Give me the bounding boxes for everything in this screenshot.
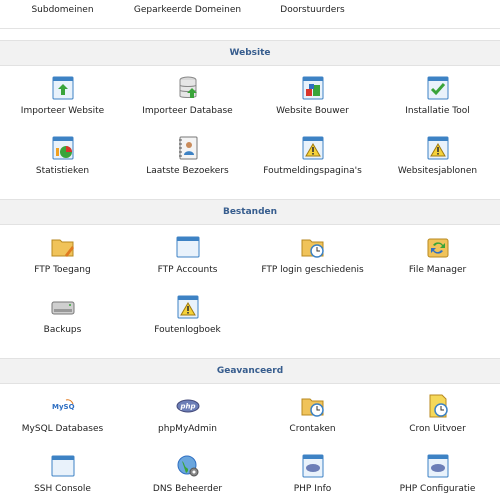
doorstuurders-label: Doorstuurders bbox=[280, 5, 345, 15]
ssh-console-link[interactable]: SSH Console bbox=[0, 454, 125, 495]
ftp-toegang-label: FTP Toegang bbox=[34, 265, 91, 275]
checkmark-window-icon bbox=[427, 76, 448, 100]
geparkeerde-domeinen-link[interactable]: Geparkeerde Domeinen bbox=[125, 0, 250, 20]
visitor-notebook-icon bbox=[178, 136, 197, 160]
mysql-logo-icon: MySQL bbox=[52, 399, 75, 411]
file-manager-label: File Manager bbox=[408, 265, 467, 275]
laatste-bezoekers-link[interactable]: Laatste Bezoekers bbox=[125, 136, 250, 177]
cron-uitvoer-link[interactable]: Cron Uitvoer bbox=[375, 394, 500, 435]
warning-window-icon bbox=[427, 136, 448, 160]
ftp-accounts-link[interactable]: FTP Accounts bbox=[125, 235, 250, 276]
globe-gear-icon bbox=[177, 455, 198, 477]
foutmeldingspaginas-link[interactable]: Foutmeldingspagina's bbox=[250, 136, 375, 177]
files-row-2: Backups Foutenlogboek bbox=[0, 295, 500, 336]
importeer-database-link[interactable]: Importeer Database bbox=[125, 76, 250, 117]
advanced-row-2: SSH Console DNS Beheerder PHP Info PHP C… bbox=[0, 454, 500, 495]
php-logo-text: php bbox=[179, 403, 195, 411]
empty-cell bbox=[375, 0, 500, 20]
php-configuratie-link[interactable]: PHP Configuratie bbox=[375, 454, 500, 495]
statistieken-label: Statistieken bbox=[35, 166, 90, 176]
website-row-2: Statistieken Laatste Bezoekers Foutmeldi… bbox=[0, 136, 500, 177]
ftp-login-geschiedenis-label: FTP login geschiedenis bbox=[261, 265, 364, 275]
installatie-tool-link[interactable]: Installatie Tool bbox=[375, 76, 500, 117]
importeer-website-label: Importeer Website bbox=[20, 106, 105, 116]
empty-cell bbox=[375, 295, 500, 336]
divider bbox=[0, 28, 500, 29]
top-row: Subdomeinen Geparkeerde Domeinen Doorstu… bbox=[0, 0, 500, 20]
section-header-bestanden: Bestanden bbox=[0, 199, 500, 225]
php-window-icon bbox=[427, 454, 448, 478]
file-manager-link[interactable]: File Manager bbox=[375, 235, 500, 276]
php-window-icon bbox=[302, 454, 323, 478]
empty-cell bbox=[250, 295, 375, 336]
mysql-logo-text: MySQL bbox=[52, 403, 75, 411]
files-row-1: FTP Toegang FTP Accounts FTP login gesch… bbox=[0, 235, 500, 276]
warning-window-icon bbox=[177, 295, 198, 319]
php-info-label: PHP Info bbox=[293, 484, 332, 494]
note-clock-icon bbox=[429, 394, 448, 418]
ftp-accounts-label: FTP Accounts bbox=[157, 265, 218, 275]
dns-beheerder-link[interactable]: DNS Beheerder bbox=[125, 454, 250, 495]
window-icon bbox=[51, 455, 74, 477]
folder-clock-icon bbox=[301, 239, 324, 258]
php-info-link[interactable]: PHP Info bbox=[250, 454, 375, 495]
laatste-bezoekers-label: Laatste Bezoekers bbox=[146, 166, 229, 176]
upload-arrow-window-icon bbox=[52, 76, 73, 100]
database-icon bbox=[179, 76, 197, 98]
advanced-row-1: MySQL MySQL Databases php phpMyAdmin Cro… bbox=[0, 394, 500, 435]
section-title-website: Website bbox=[229, 48, 271, 58]
drive-icon bbox=[51, 301, 74, 315]
mysql-databases-link[interactable]: MySQL MySQL Databases bbox=[0, 394, 125, 435]
subdomeinen-label: Subdomeinen bbox=[31, 5, 94, 15]
ftp-login-geschiedenis-link[interactable]: FTP login geschiedenis bbox=[250, 235, 375, 276]
recycle-arrows-icon bbox=[427, 238, 448, 258]
folder-clock-icon bbox=[301, 398, 324, 417]
folder-pencil-icon bbox=[51, 239, 74, 257]
backups-link[interactable]: Backups bbox=[0, 295, 125, 336]
warning-window-icon bbox=[302, 136, 323, 160]
cron-uitvoer-label: Cron Uitvoer bbox=[409, 424, 466, 434]
chart-icon bbox=[52, 136, 73, 160]
website-bouwer-label: Website Bouwer bbox=[276, 106, 349, 116]
backups-label: Backups bbox=[43, 325, 82, 335]
foutenlogboek-label: Foutenlogboek bbox=[154, 325, 221, 335]
window-icon bbox=[176, 236, 199, 258]
statistieken-link[interactable]: Statistieken bbox=[0, 136, 125, 177]
php-logo-icon: php bbox=[176, 399, 199, 413]
website-row-1: Importeer Website Importeer Database Web… bbox=[0, 76, 500, 117]
mysql-databases-label: MySQL Databases bbox=[21, 424, 104, 434]
websitesjablonen-link[interactable]: Websitesjablonen bbox=[375, 136, 500, 177]
geparkeerde-domeinen-label: Geparkeerde Domeinen bbox=[133, 5, 242, 15]
websitesjablonen-label: Websitesjablonen bbox=[397, 166, 478, 176]
crontaken-label: Crontaken bbox=[289, 424, 336, 434]
section-header-geavanceerd: Geavanceerd bbox=[0, 358, 500, 384]
ssh-console-label: SSH Console bbox=[34, 484, 91, 494]
phpmyadmin-label: phpMyAdmin bbox=[158, 424, 217, 434]
installatie-tool-label: Installatie Tool bbox=[405, 106, 470, 116]
website-bouwer-link[interactable]: Website Bouwer bbox=[250, 76, 375, 117]
ftp-toegang-link[interactable]: FTP Toegang bbox=[0, 235, 125, 276]
blocks-icon bbox=[302, 76, 323, 100]
dns-beheerder-label: DNS Beheerder bbox=[152, 484, 223, 494]
subdomeinen-link[interactable]: Subdomeinen bbox=[0, 0, 125, 20]
phpmyadmin-link[interactable]: php phpMyAdmin bbox=[125, 394, 250, 435]
section-header-website: Website bbox=[0, 40, 500, 66]
foutenlogboek-link[interactable]: Foutenlogboek bbox=[125, 295, 250, 336]
php-configuratie-label: PHP Configuratie bbox=[399, 484, 476, 494]
importeer-database-label: Importeer Database bbox=[142, 106, 233, 116]
crontaken-link[interactable]: Crontaken bbox=[250, 394, 375, 435]
section-title-geavanceerd: Geavanceerd bbox=[216, 366, 284, 376]
importeer-website-link[interactable]: Importeer Website bbox=[0, 76, 125, 117]
foutmeldingspaginas-label: Foutmeldingspagina's bbox=[263, 166, 362, 176]
doorstuurders-link[interactable]: Doorstuurders bbox=[250, 0, 375, 20]
section-title-bestanden: Bestanden bbox=[222, 207, 278, 217]
